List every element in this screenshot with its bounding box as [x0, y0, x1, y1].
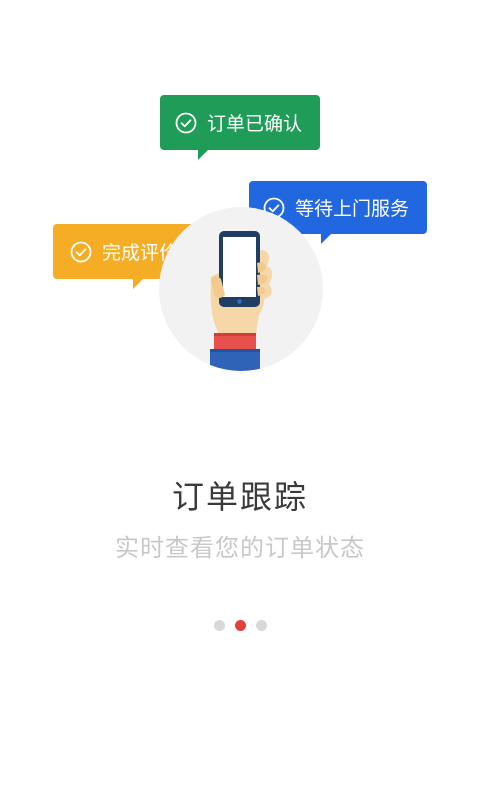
phone-in-hand-illustration: [159, 207, 323, 371]
page-subtitle: 实时查看您的订单状态: [115, 534, 365, 562]
onboarding-screen: 完成评价 等待上门服务 订单已确认 订单跟踪 实时查看您的订单状态: [0, 0, 480, 800]
phone-in-hand-icon: [210, 231, 273, 371]
page-indicator-dot-1[interactable]: [213, 620, 225, 631]
check-circle-icon: [175, 112, 197, 133]
status-bubble-confirmed: 订单已确认: [160, 95, 320, 160]
status-bubble-label: 订单已确认: [207, 113, 303, 135]
check-circle-icon: [70, 241, 92, 262]
page-indicator-dot-3[interactable]: [255, 620, 267, 631]
page-indicator-dot-2-active[interactable]: [234, 620, 246, 631]
order-tracking-illustration: 完成评价 等待上门服务 订单已确认: [0, 0, 480, 400]
page-indicator: [0, 620, 480, 631]
page-title: 订单跟踪: [171, 478, 308, 516]
